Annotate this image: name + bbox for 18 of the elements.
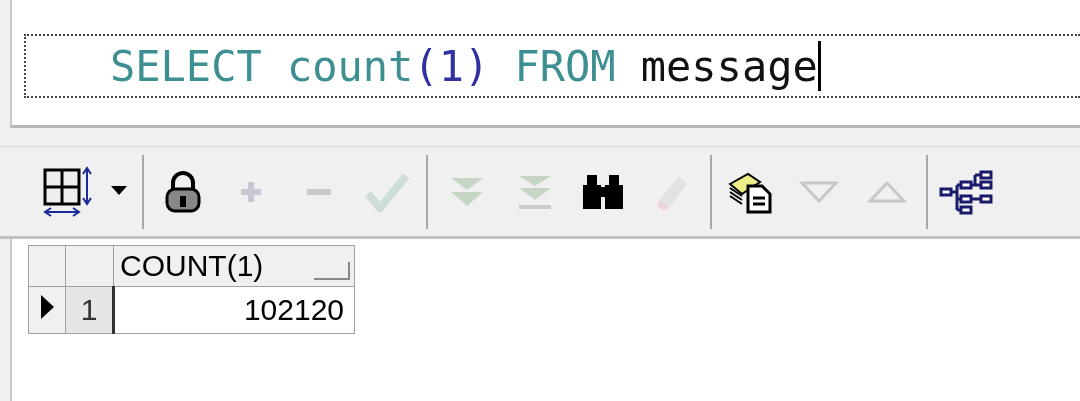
column-header[interactable]: COUNT(1) [113,245,355,287]
code-token: message [640,41,818,91]
code-token: count [286,41,414,91]
code-token: FROM [514,41,616,91]
binoculars-icon [581,172,625,211]
lock-icon [163,169,203,214]
down-triangle-icon [799,179,839,204]
text-cursor [817,41,821,91]
current-row-icon [39,294,55,320]
row-number: 1 [65,286,114,334]
up-triangle-icon [867,179,907,204]
table-cell: 102120 [113,286,355,334]
tree-icon [939,168,995,215]
sql-editor[interactable]: SELECT count(1) FROM message [10,0,1080,128]
code-token: SELECT [110,41,262,91]
check-icon [364,171,410,212]
code-token: (1) [413,41,490,91]
minus-icon [305,187,333,196]
